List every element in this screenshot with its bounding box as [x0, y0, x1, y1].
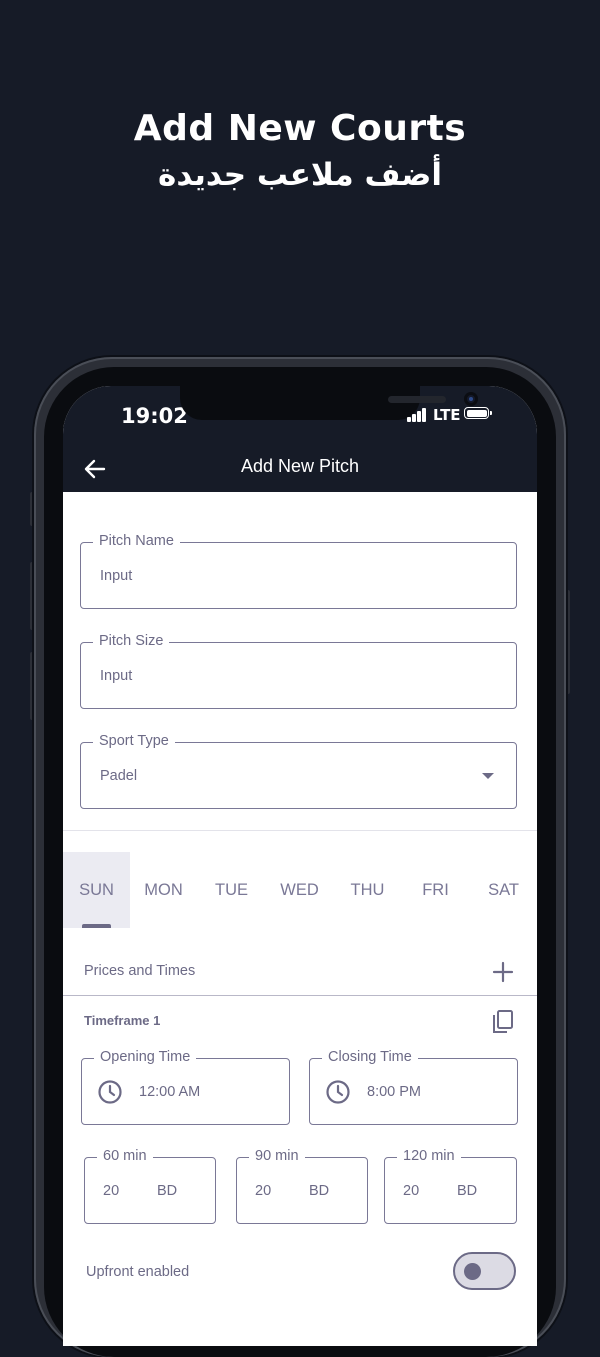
tab-sat-label: SAT — [488, 881, 519, 899]
sport-type-value: Padel — [100, 768, 138, 784]
battery-icon — [464, 407, 492, 419]
pitch-name-label: Pitch Name — [93, 533, 180, 549]
tab-wed[interactable]: WED — [266, 852, 333, 928]
toggle-knob — [464, 1263, 481, 1280]
hero-subtitle-arabic: أضف ملاعب جديدة — [158, 157, 442, 193]
upfront-toggle[interactable] — [453, 1252, 516, 1290]
pitch-name-input[interactable]: Input — [100, 568, 132, 584]
price-60-label: 60 min — [97, 1148, 153, 1164]
price-120-label: 120 min — [397, 1148, 461, 1164]
price-120-unit: BD — [457, 1183, 478, 1199]
plus-icon — [492, 961, 514, 983]
tab-fri-label: FRI — [422, 881, 449, 899]
copy-icon — [493, 1010, 513, 1033]
closing-time-label: Closing Time — [322, 1049, 418, 1065]
add-timeframe-button[interactable] — [492, 961, 514, 983]
tab-fri[interactable]: FRI — [402, 852, 469, 928]
opening-time-value: 12:00 AM — [139, 1084, 201, 1100]
status-bar: 19:02 LTE — [63, 386, 537, 446]
closing-time-value: 8:00 PM — [367, 1084, 421, 1100]
status-time: 19:02 — [121, 404, 188, 428]
tab-tue-label: TUE — [215, 881, 248, 899]
price-60-unit: BD — [157, 1183, 178, 1199]
price-60-field[interactable]: 60 min 20 BD — [84, 1148, 216, 1224]
tab-wed-label: WED — [280, 881, 319, 899]
speaker-grille — [388, 396, 446, 403]
prices-divider — [63, 995, 537, 996]
tab-mon[interactable]: MON — [130, 852, 197, 928]
price-90-input[interactable]: 20 — [255, 1183, 271, 1199]
pitch-name-field[interactable]: Pitch Name Input — [80, 533, 517, 609]
app-bar: Add New Pitch — [63, 446, 537, 492]
clock-icon — [98, 1080, 122, 1104]
price-60-input[interactable]: 20 — [103, 1183, 119, 1199]
tab-mon-label: MON — [144, 881, 183, 899]
price-90-unit: BD — [309, 1183, 330, 1199]
notch — [180, 386, 478, 420]
upfront-label: Upfront enabled — [86, 1264, 190, 1280]
opening-time-field[interactable]: Opening Time 12:00 AM — [81, 1049, 290, 1125]
copy-timeframe-button[interactable] — [491, 1009, 515, 1035]
timeframe-label: Timeframe 1 — [84, 1013, 161, 1028]
sport-type-label: Sport Type — [93, 733, 175, 749]
price-120-field[interactable]: 120 min 20 BD — [384, 1148, 517, 1224]
tab-tue[interactable]: TUE — [198, 852, 265, 928]
sport-type-select[interactable]: Sport Type Padel — [80, 733, 517, 809]
pitch-size-field[interactable]: Pitch Size Input — [80, 633, 517, 709]
front-camera — [464, 392, 478, 406]
active-tab-indicator — [82, 924, 111, 928]
tab-sun-label: SUN — [79, 881, 114, 899]
pitch-size-label: Pitch Size — [93, 633, 170, 649]
opening-time-label: Opening Time — [94, 1049, 197, 1065]
phone-screen: 19:02 LTE Add New Pitch Pitch Name Input… — [63, 386, 537, 1346]
price-90-field[interactable]: 90 min 20 BD — [236, 1148, 368, 1224]
closing-time-field[interactable]: Closing Time 8:00 PM — [309, 1049, 518, 1125]
clock-icon — [326, 1080, 350, 1104]
network-type: LTE — [433, 406, 461, 424]
tab-thu[interactable]: THU — [334, 852, 401, 928]
prices-and-times-label: Prices and Times — [84, 963, 196, 979]
tab-sat[interactable]: SAT — [470, 852, 537, 928]
section-divider — [63, 830, 537, 831]
price-120-input[interactable]: 20 — [403, 1183, 419, 1199]
hero-title: Add New Courts — [133, 108, 467, 149]
page-title: Add New Pitch — [240, 456, 360, 476]
dropdown-arrow-icon — [482, 773, 494, 779]
pitch-size-input[interactable]: Input — [100, 668, 132, 684]
signal-icon — [407, 408, 429, 422]
tab-thu-label: THU — [350, 881, 385, 899]
price-90-label: 90 min — [249, 1148, 305, 1164]
tab-sun[interactable]: SUN — [63, 852, 130, 928]
